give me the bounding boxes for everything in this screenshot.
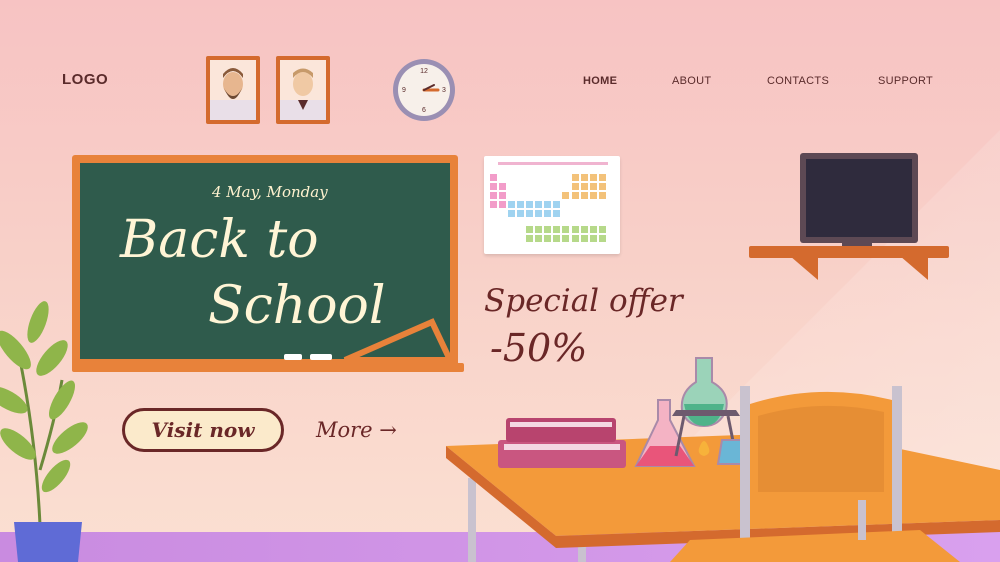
- logo[interactable]: LOGO: [62, 71, 108, 88]
- more-link[interactable]: More →: [316, 418, 397, 442]
- wall-shelf: [749, 246, 949, 258]
- nav-support[interactable]: SUPPORT: [878, 75, 933, 87]
- portrait-frame-2: [276, 56, 330, 124]
- portrait-frame-1: [206, 56, 260, 124]
- scientist-icon: [280, 68, 326, 120]
- board-title-line1: Back to: [120, 210, 319, 270]
- visit-now-button[interactable]: Visit now: [122, 408, 284, 452]
- board-date: 4 May, Monday: [212, 183, 328, 201]
- periodic-table-icon: [490, 162, 608, 242]
- discount-value: -50%: [490, 326, 588, 370]
- chalk-piece: [310, 354, 332, 360]
- clock-icon: 12 3 6 9: [393, 59, 455, 121]
- clock-3: 3: [442, 87, 446, 94]
- bearded-scientist-icon: [210, 68, 256, 120]
- monitor: [800, 153, 918, 243]
- clock-6: 6: [422, 107, 426, 114]
- periodic-table-poster: [484, 156, 620, 254]
- special-offer-title: Special offer: [484, 283, 683, 319]
- chalk-piece: [284, 354, 302, 360]
- floor: [0, 532, 1000, 562]
- clock-12: 12: [420, 68, 428, 75]
- nav-contacts[interactable]: CONTACTS: [767, 75, 829, 87]
- board-title-line2: School: [208, 276, 386, 336]
- clock-9: 9: [402, 87, 406, 94]
- wall-clock: 12 3 6 9: [392, 58, 456, 127]
- monitor-screen: [806, 159, 912, 237]
- nav-about[interactable]: ABOUT: [672, 75, 711, 87]
- chalk-tray: [72, 363, 464, 372]
- nav-home[interactable]: HOME: [583, 75, 617, 87]
